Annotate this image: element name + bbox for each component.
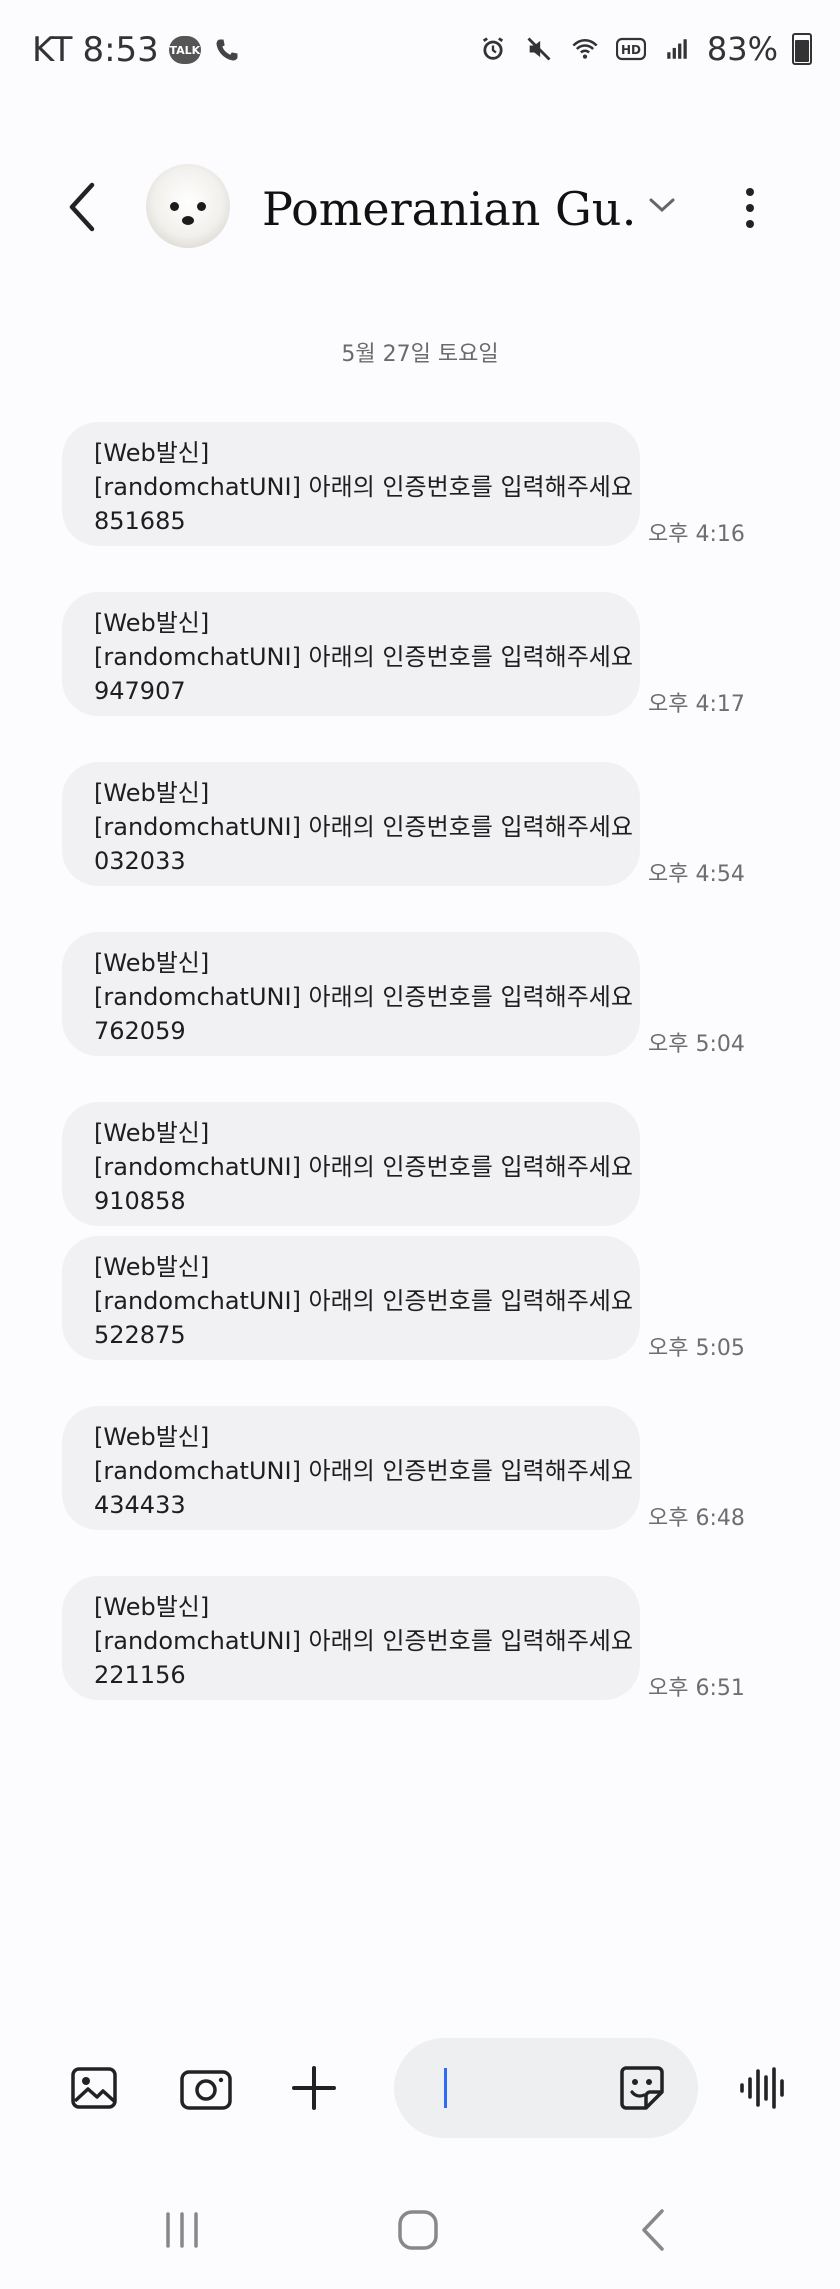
nav-back-icon [642, 2209, 664, 2251]
camera-icon [180, 2070, 232, 2110]
kakaotalk-icon: TALK [168, 36, 201, 64]
clock: 8:53 [82, 30, 159, 70]
avatar[interactable] [146, 164, 230, 248]
voice-button[interactable] [734, 2058, 794, 2118]
message-sender-tag: [Web발신] [94, 1119, 210, 1147]
message-text: [randomchatUNI] 아래의 인증번호를 입력해주세요 [94, 983, 633, 1011]
message-bubble[interactable]: [Web발신] [randomchatUNI] 아래의 인증번호를 입력해주세요… [62, 932, 640, 1056]
hd-voice-icon: HD [615, 33, 647, 65]
message-bubble[interactable]: [Web발신] [randomchatUNI] 아래의 인증번호를 입력해주세요… [62, 1102, 640, 1226]
message-time: 오후 4:16 [648, 522, 745, 547]
message-time: 오후 5:05 [648, 1336, 745, 1361]
status-right: HD 83% [477, 30, 812, 68]
attach-button[interactable] [284, 2058, 344, 2118]
message-bubble[interactable]: [Web발신] [randomchatUNI] 아래의 인증번호를 입력해주세요… [62, 592, 640, 716]
alarm-icon [477, 33, 509, 65]
message-text: [randomchatUNI] 아래의 인증번호를 입력해주세요 [94, 1153, 633, 1181]
voice-icon [740, 2067, 784, 2109]
more-dot-icon [746, 220, 754, 228]
message-input[interactable] [394, 2038, 698, 2138]
battery-icon [792, 33, 812, 65]
home-icon [398, 2210, 438, 2250]
more-dot-icon [746, 204, 754, 212]
message-text: [randomchatUNI] 아래의 인증번호를 입력해주세요 [94, 1457, 633, 1485]
wifi-icon [569, 33, 601, 65]
status-left: KT 8:53 TALK [32, 30, 243, 70]
message-bubble[interactable]: [Web발신] [randomchatUNI] 아래의 인증번호를 입력해주세요… [62, 762, 640, 886]
camera-button[interactable] [176, 2058, 236, 2118]
verification-code: 851685 [94, 507, 186, 535]
message-text: [randomchatUNI] 아래의 인증번호를 입력해주세요 [94, 643, 633, 671]
date-separator: 5월 27일 토요일 [341, 342, 499, 367]
back-button[interactable] [52, 172, 112, 242]
message-sender-tag: [Web발신] [94, 1423, 210, 1451]
message-time: 오후 4:54 [648, 862, 745, 887]
svg-text:HD: HD [621, 43, 641, 57]
gallery-button[interactable] [64, 2058, 124, 2118]
verification-code: 762059 [94, 1017, 186, 1045]
message-time: 오후 6:51 [648, 1676, 745, 1701]
message-sender-tag: [Web발신] [94, 609, 210, 637]
message-text: [randomchatUNI] 아래의 인증번호를 입력해주세요 [94, 1627, 633, 1655]
recent-apps-icon [166, 2212, 198, 2248]
mute-icon [523, 33, 555, 65]
message-text: [randomchatUNI] 아래의 인증번호를 입력해주세요 [94, 813, 633, 841]
signal-icon [661, 33, 693, 65]
message-sender-tag: [Web발신] [94, 439, 210, 467]
verification-code: 947907 [94, 677, 186, 705]
plus-icon [292, 2066, 336, 2110]
sticker-icon [620, 2066, 664, 2110]
conversation-header: Pomeranian Gu… [0, 150, 840, 270]
message-sender-tag: [Web발신] [94, 1593, 210, 1621]
message-sender-tag: [Web발신] [94, 949, 210, 977]
verification-code: 910858 [94, 1187, 186, 1215]
verification-code: 032033 [94, 847, 186, 875]
message-bubble[interactable]: [Web발신] [randomchatUNI] 아래의 인증번호를 입력해주세요… [62, 1236, 640, 1360]
more-dot-icon [746, 188, 754, 196]
message-text: [randomchatUNI] 아래의 인증번호를 입력해주세요 [94, 473, 633, 501]
gallery-icon [71, 2067, 117, 2109]
message-composer [0, 2030, 840, 2150]
more-options-button[interactable] [730, 178, 770, 238]
nav-back-button[interactable] [624, 2202, 684, 2258]
verification-code: 522875 [94, 1321, 186, 1349]
back-arrow-icon [69, 182, 95, 232]
verification-code: 434433 [94, 1491, 186, 1519]
battery-percent: 83% [706, 30, 778, 68]
message-sender-tag: [Web발신] [94, 1253, 210, 1281]
sticker-button[interactable] [612, 2058, 672, 2118]
message-time: 오후 6:48 [648, 1506, 745, 1531]
chevron-down-icon [649, 198, 675, 213]
call-icon [211, 34, 243, 66]
message-time: 오후 4:17 [648, 692, 745, 717]
text-cursor [444, 2068, 447, 2108]
navigation-bar [0, 2180, 840, 2280]
message-bubble[interactable]: [Web발신] [randomchatUNI] 아래의 인증번호를 입력해주세요… [62, 422, 640, 546]
message-bubble[interactable]: [Web발신] [randomchatUNI] 아래의 인증번호를 입력해주세요… [62, 1406, 640, 1530]
recent-apps-button[interactable] [152, 2202, 212, 2258]
message-time: 오후 5:04 [648, 1032, 745, 1057]
message-text: [randomchatUNI] 아래의 인증번호를 입력해주세요 [94, 1287, 633, 1315]
message-bubble[interactable]: [Web발신] [randomchatUNI] 아래의 인증번호를 입력해주세요… [62, 1576, 640, 1700]
home-button[interactable] [388, 2202, 448, 2258]
message-sender-tag: [Web발신] [94, 779, 210, 807]
contact-name[interactable]: Pomeranian Gu… [262, 182, 632, 236]
status-bar: KT 8:53 TALK HD 83% [0, 0, 840, 110]
verification-code: 221156 [94, 1661, 186, 1689]
carrier-label: KT [32, 30, 73, 70]
expand-contact-button[interactable] [640, 180, 684, 230]
